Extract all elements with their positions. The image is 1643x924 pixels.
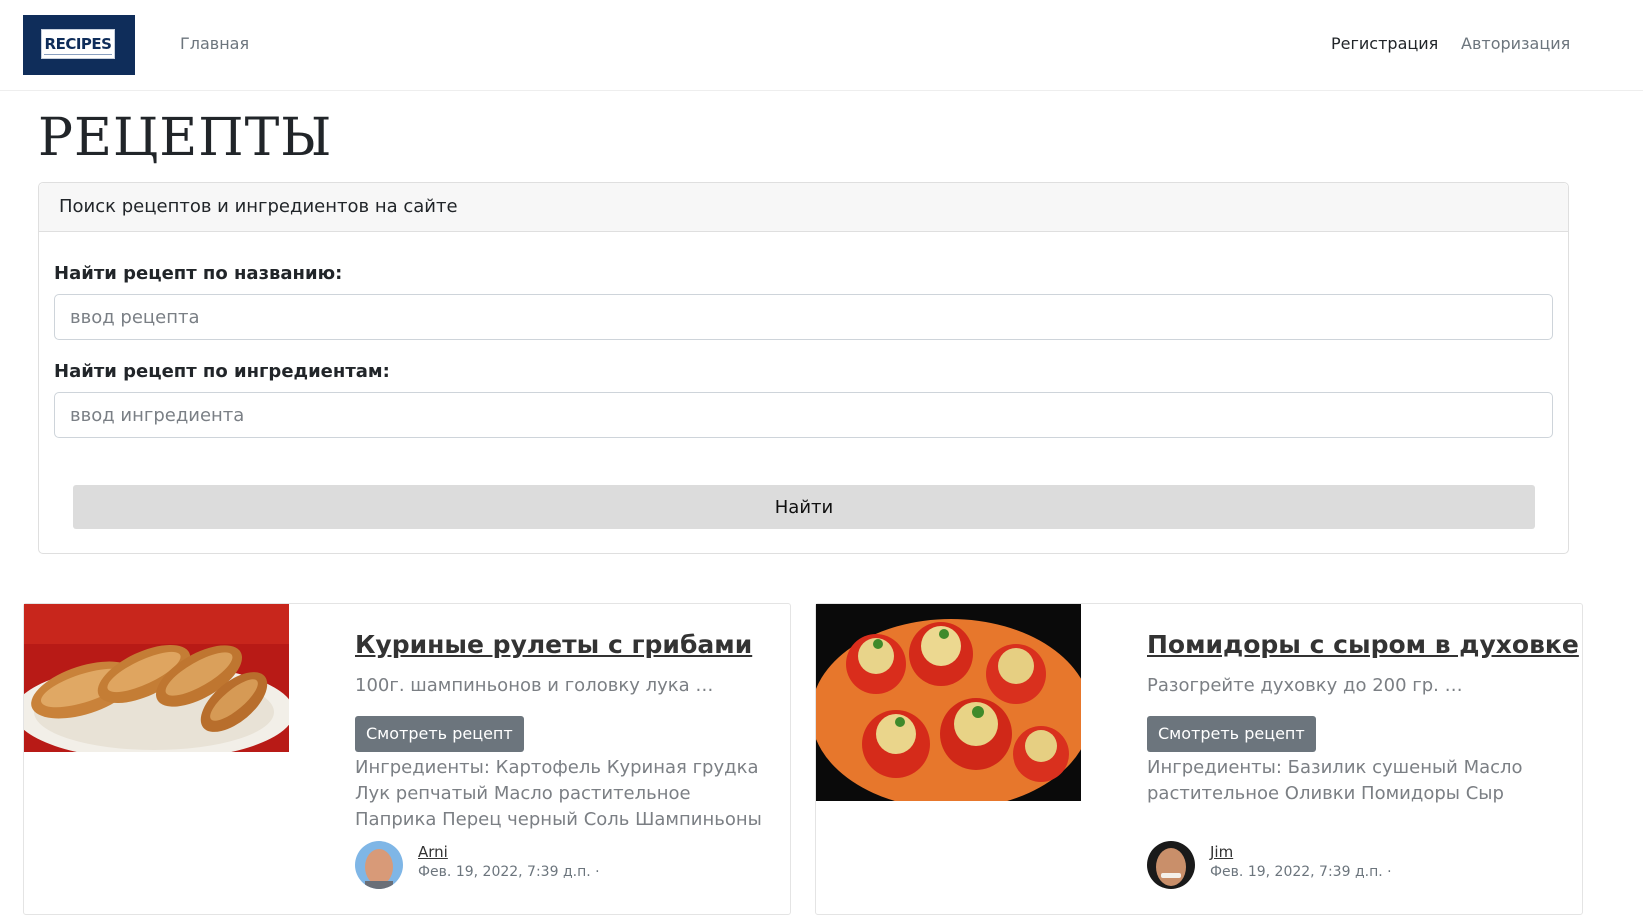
site-logo[interactable]: RECIPES — [23, 15, 135, 75]
recipe-ingredients: Ингредиенты: Базилик сушеный Масло расти… — [1147, 757, 1523, 804]
recipe-excerpt: Разогрейте духовку до 200 гр. … — [1147, 675, 1463, 696]
navbar: RECIPES Главная Регистрация Авторизация — [0, 0, 1643, 91]
author-avatar[interactable] — [355, 841, 403, 889]
author-name-link[interactable]: Jim — [1210, 843, 1233, 861]
recipe-title-link[interactable]: Куриные рулеты с грибами — [355, 628, 765, 662]
view-recipe-button[interactable]: Смотреть рецепт — [1147, 716, 1316, 752]
recipe-date: Фев. 19, 2022, 7:39 д.п. · — [1210, 864, 1392, 880]
recipe-date: Фев. 19, 2022, 7:39 д.п. · — [418, 864, 600, 880]
search-button[interactable]: Найти — [73, 485, 1535, 529]
recipe-name-label: Найти рецепт по названию: — [54, 263, 343, 284]
nav-register-link[interactable]: Регистрация — [1331, 34, 1438, 53]
recipe-title-link[interactable]: Помидоры с сыром в духовке — [1147, 628, 1579, 662]
nav-login-link[interactable]: Авторизация — [1461, 34, 1570, 53]
ingredient-label: Найти рецепт по ингредиентам: — [54, 361, 390, 382]
recipe-image-chicken-rolls[interactable] — [24, 604, 289, 752]
view-recipe-button[interactable]: Смотреть рецепт — [355, 716, 524, 752]
nav-home-link[interactable]: Главная — [180, 34, 249, 53]
recipe-body: Куриные рулеты с грибами 100г. шампиньон… — [355, 628, 765, 833]
recipe-card: Куриные рулеты с грибами 100г. шампиньон… — [23, 603, 791, 915]
recipe-ingredients: Ингредиенты: Картофель Куриная грудка Лу… — [355, 757, 762, 830]
search-card-header: Поиск рецептов и ингредиентов на сайте — [39, 183, 1568, 232]
author-avatar[interactable] — [1147, 841, 1195, 889]
author-name-link[interactable]: Arni — [418, 843, 448, 861]
recipe-excerpt: 100г. шампиньонов и головку лука … — [355, 675, 714, 696]
page-title: РЕЦЕПТЫ — [38, 108, 333, 168]
logo-text: RECIPES — [41, 29, 115, 59]
recipe-body: Помидоры с сыром в духовке Разогрейте ду… — [1147, 628, 1579, 807]
recipe-card: Помидоры с сыром в духовке Разогрейте ду… — [815, 603, 1583, 915]
recipe-name-input[interactable] — [54, 294, 1553, 340]
search-card: Поиск рецептов и ингредиентов на сайте Н… — [38, 182, 1569, 554]
ingredient-input[interactable] — [54, 392, 1553, 438]
recipe-image-stuffed-tomatoes[interactable] — [816, 604, 1081, 801]
